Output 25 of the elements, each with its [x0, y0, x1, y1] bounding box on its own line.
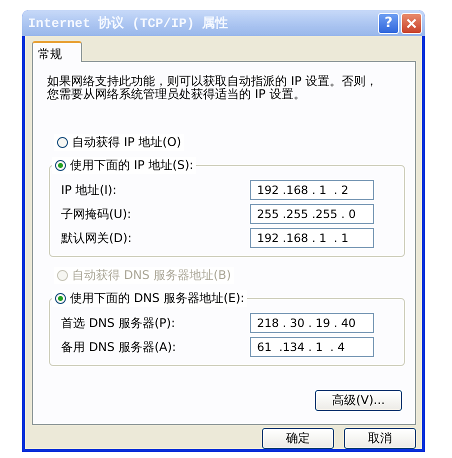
cancel-button[interactable]: 取消 — [344, 428, 416, 449]
radio-button[interactable] — [55, 293, 66, 304]
field-label: 备用 DNS 服务器(A): — [61, 338, 176, 356]
close-button[interactable] — [401, 12, 422, 34]
field-label: 默认网关(D): — [61, 230, 132, 246]
ip-address-field[interactable]: 61 .134 . 1 . 4 — [250, 337, 374, 357]
field-label: IP 地址(I): — [61, 182, 117, 198]
radio-label[interactable]: 使用下面的 IP 地址(S): — [70, 157, 194, 174]
window-title: Internet 协议 (TCP/IP) 属性 — [28, 14, 228, 32]
field-label: 首选 DNS 服务器(P): — [61, 314, 176, 332]
radio-label[interactable]: 使用下面的 DNS 服务器地址(E): — [70, 290, 244, 307]
ip-address-field[interactable]: 192 .168 . 1 . 1 — [250, 228, 374, 248]
radio-label[interactable]: 自动获得 IP 地址(O) — [72, 134, 182, 151]
advanced-button[interactable]: 高级(V)... — [315, 390, 402, 411]
ok-button[interactable]: 确定 — [262, 428, 334, 449]
description-text: 您需要从网络系统管理员处获得适当的 IP 设置。 — [47, 88, 306, 101]
tab[interactable]: 常规 — [32, 41, 82, 62]
ip-address-field[interactable]: 192 .168 . 1 . 2 — [250, 180, 374, 200]
description-text: 如果网络支持此功能，则可以获取自动指派的 IP 设置。否则， — [47, 75, 378, 88]
close-icon — [406, 18, 417, 28]
field-label: 子网掩码(U): — [61, 206, 132, 222]
radio-button[interactable] — [57, 137, 68, 148]
ip-address-field[interactable]: 218 . 30 . 19 . 40 — [250, 313, 374, 333]
ip-address-field[interactable]: 255 .255 .255 . 0 — [250, 204, 374, 224]
radio-button[interactable] — [55, 160, 66, 171]
